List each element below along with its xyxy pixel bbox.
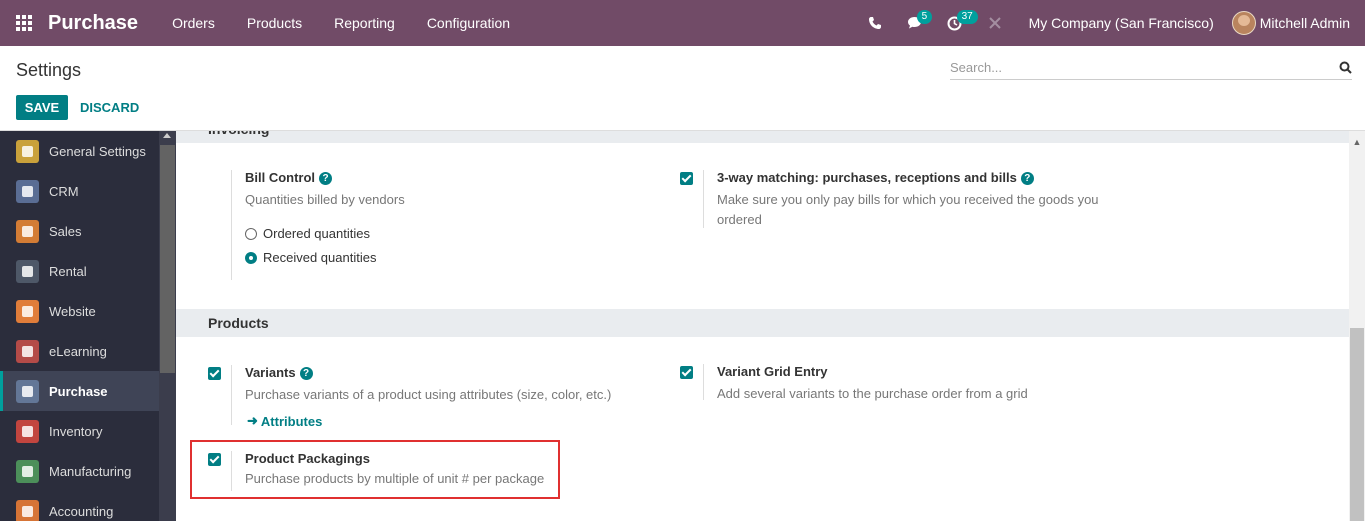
sidebar-scrollbar[interactable] — [159, 131, 176, 521]
content-scrollbar[interactable]: ▲ — [1349, 131, 1365, 521]
sidebar-item-label: CRM — [49, 183, 79, 199]
manufacturing-icon — [16, 459, 39, 483]
menu-products[interactable]: Products — [231, 15, 318, 31]
sidebar-item-crm[interactable]: CRM — [0, 171, 159, 211]
search-icon[interactable] — [1339, 61, 1352, 74]
control-panel: Settings SAVE DISCARD — [0, 46, 1365, 131]
discard-button[interactable]: DISCARD — [80, 95, 139, 120]
crm-icon — [16, 179, 39, 203]
sidebar-scroll-thumb[interactable] — [160, 145, 175, 373]
setting-bill-control: Bill Control? Quantities billed by vendo… — [176, 170, 676, 280]
avatar — [1231, 11, 1256, 35]
settings-sidebar: General Settings CRM Sales Rental Websit… — [0, 131, 176, 521]
sidebar-item-rental[interactable]: Rental — [0, 251, 159, 291]
radio-received-quantities[interactable]: Received quantities — [245, 250, 376, 265]
sidebar-item-general-settings[interactable]: General Settings — [0, 131, 159, 171]
three-way-checkbox[interactable] — [680, 172, 693, 185]
highlight-box — [190, 440, 560, 499]
menu-configuration[interactable]: Configuration — [411, 15, 526, 31]
save-button[interactable]: SAVE — [16, 95, 68, 120]
sidebar-item-label: Inventory — [49, 423, 103, 439]
bill-control-label: Bill Control? — [245, 170, 333, 185]
sidebar-item-website[interactable]: Website — [0, 291, 159, 331]
debug-tools-icon[interactable] — [975, 0, 1015, 46]
setting-variant-grid-entry: Variant Grid Entry Add several variants … — [648, 364, 1148, 401]
sidebar-item-label: Accounting — [49, 503, 114, 519]
website-icon — [16, 299, 39, 323]
variants-label: Variants? — [245, 365, 313, 380]
settings-content: Invoicing Bill Control? Quantities bille… — [176, 131, 1365, 521]
sidebar-item-sales[interactable]: Sales — [0, 211, 159, 251]
sidebar-item-purchase[interactable]: Purchase — [0, 371, 159, 411]
section-header-invoicing: Invoicing — [176, 131, 1349, 143]
app-title[interactable]: Purchase — [48, 12, 138, 35]
phone-icon[interactable] — [855, 0, 895, 46]
content-scroll-thumb[interactable] — [1350, 328, 1364, 521]
variants-checkbox[interactable] — [208, 367, 221, 380]
sidebar-item-manufacturing[interactable]: Manufacturing — [0, 451, 159, 491]
inventory-icon — [16, 419, 39, 443]
sidebar-item-label: Website — [49, 303, 96, 319]
sidebar-item-label: Sales — [49, 223, 82, 239]
sidebar-item-label: eLearning — [49, 343, 107, 359]
help-icon[interactable]: ? — [1020, 172, 1034, 185]
sidebar-item-label: Rental — [49, 263, 87, 279]
sidebar-item-elearning[interactable]: eLearning — [0, 331, 159, 371]
messages-icon[interactable]: 5 — [895, 0, 935, 46]
variant-grid-label: Variant Grid Entry — [717, 364, 828, 379]
scroll-up-arrow-icon[interactable]: ▲ — [1352, 137, 1362, 147]
messages-badge: 5 — [916, 10, 933, 24]
setting-three-way-matching: 3-way matching: purchases, receptions an… — [648, 170, 1148, 228]
elearning-icon — [16, 339, 39, 363]
bill-control-description: Quantities billed by vendors — [245, 192, 405, 207]
rental-icon — [16, 259, 39, 283]
arrow-right-icon: ➜ — [247, 413, 258, 428]
help-icon[interactable]: ? — [319, 172, 333, 185]
accounting-icon — [16, 499, 39, 521]
menu-reporting[interactable]: Reporting — [318, 15, 411, 31]
page-title: Settings — [16, 60, 82, 80]
gear-icon — [16, 139, 39, 163]
three-way-label: 3-way matching: purchases, receptions an… — [717, 170, 1034, 185]
sidebar-item-accounting[interactable]: Accounting — [0, 491, 159, 521]
scroll-up-arrow-icon[interactable] — [163, 133, 171, 138]
search-bar[interactable] — [950, 56, 1352, 80]
top-navbar: Purchase Orders Products Reporting Confi… — [0, 0, 1365, 46]
variant-grid-description: Add several variants to the purchase ord… — [717, 386, 1028, 401]
radio-ordered-quantities[interactable]: Ordered quantities — [245, 226, 370, 241]
radio-button-checked[interactable] — [245, 251, 257, 264]
three-way-description: Make sure you only pay bills for which y… — [717, 192, 1099, 227]
setting-variants: Variants? Purchase variants of a product… — [176, 365, 676, 429]
apps-menu-icon[interactable] — [0, 0, 48, 46]
user-name: Mitchell Admin — [1259, 15, 1350, 31]
sidebar-item-inventory[interactable]: Inventory — [0, 411, 159, 451]
activity-clock-icon[interactable]: 37 — [935, 0, 978, 46]
sidebar-item-label: General Settings — [49, 143, 146, 159]
attributes-link[interactable]: ➜ Attributes — [247, 413, 322, 429]
radio-button[interactable] — [245, 227, 257, 240]
sidebar-item-label: Purchase — [49, 383, 108, 399]
variant-grid-checkbox[interactable] — [680, 366, 693, 379]
sales-icon — [16, 219, 39, 243]
search-input[interactable] — [950, 60, 1339, 75]
user-menu[interactable]: Mitchell Admin — [1231, 11, 1365, 35]
menu-orders[interactable]: Orders — [156, 15, 231, 31]
company-switcher[interactable]: My Company (San Francisco) — [1015, 15, 1232, 31]
help-icon[interactable]: ? — [299, 367, 313, 380]
sidebar-item-label: Manufacturing — [49, 463, 132, 479]
purchase-icon — [16, 379, 39, 403]
section-header-products: Products — [176, 309, 1349, 337]
variants-description: Purchase variants of a product using att… — [245, 387, 612, 402]
